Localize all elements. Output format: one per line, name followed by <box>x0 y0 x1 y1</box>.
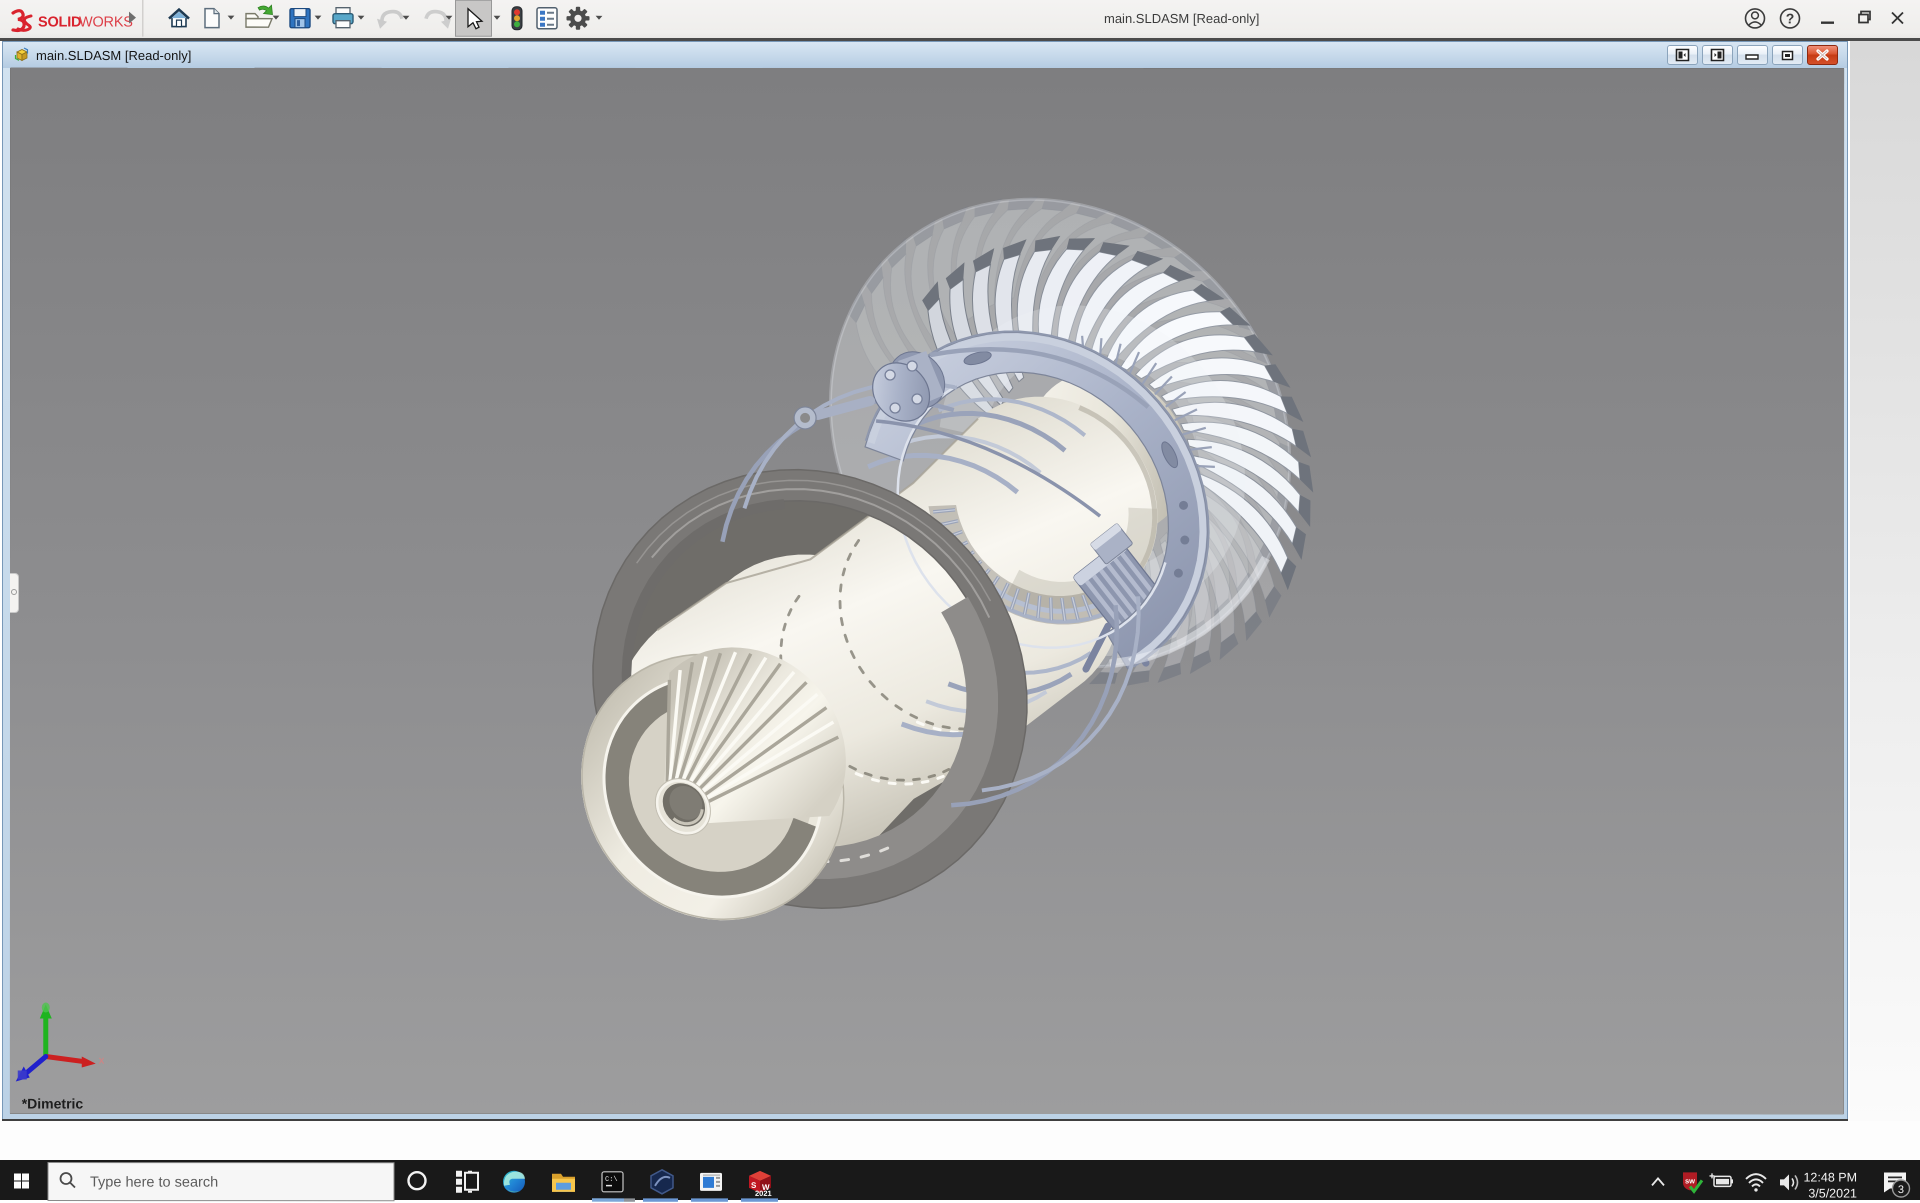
svg-text:3/5/2021: 3/5/2021 <box>1808 1186 1857 1200</box>
svg-text:12:48 PM: 12:48 PM <box>1803 1170 1857 1184</box>
svg-text:x: x <box>99 1055 105 1067</box>
svg-text:*Dimetric: *Dimetric <box>22 1096 84 1112</box>
svg-text:C:\: C:\ <box>605 1176 618 1184</box>
svg-text:Type here to search: Type here to search <box>90 1175 218 1191</box>
svg-text:sw: sw <box>1685 1176 1695 1185</box>
svg-text:?: ? <box>1786 10 1795 26</box>
svg-text:2021: 2021 <box>755 1189 772 1198</box>
svg-text:3: 3 <box>1898 1184 1904 1196</box>
